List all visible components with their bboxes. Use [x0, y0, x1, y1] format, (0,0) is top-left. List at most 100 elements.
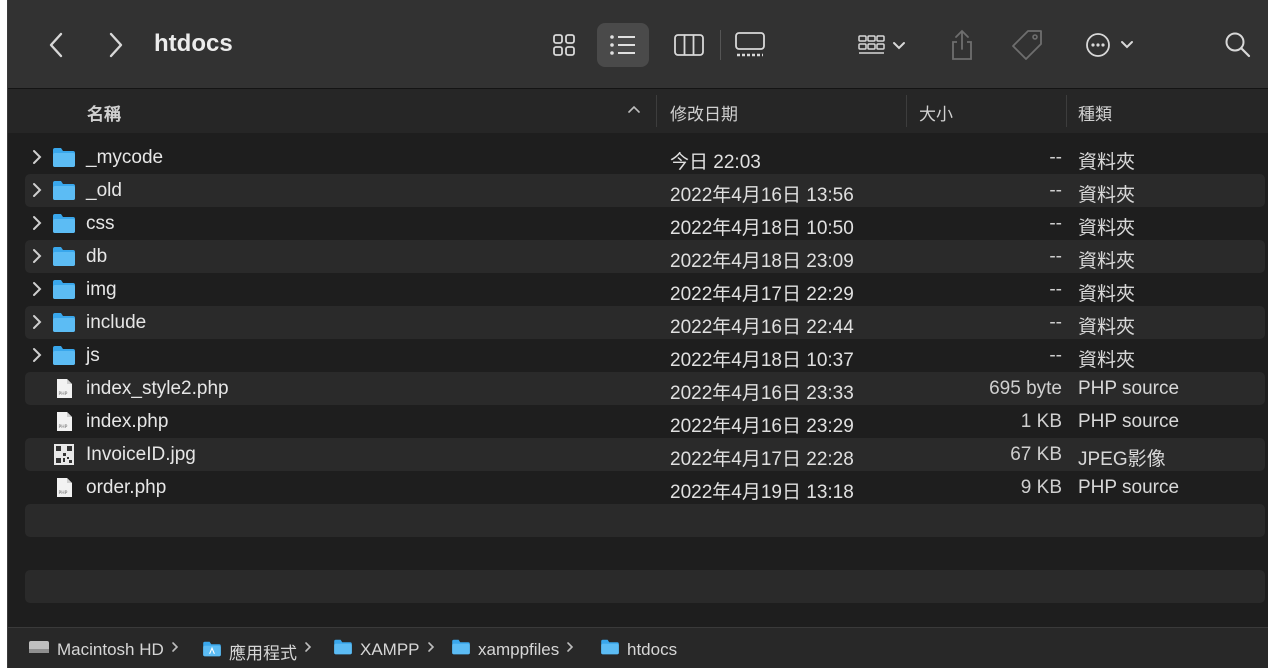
- file-kind: PHP source: [1078, 378, 1180, 399]
- folder-icon: [52, 345, 76, 366]
- gallery-view-button[interactable]: [724, 23, 776, 67]
- breadcrumb-item[interactable]: XAMPP: [333, 639, 420, 660]
- toolbar: htdocs: [8, 0, 1268, 89]
- file-size: --: [1049, 147, 1062, 168]
- list-view-button[interactable]: [597, 23, 649, 67]
- breadcrumb-label: htdocs: [627, 639, 678, 659]
- file-date: 2022年4月16日 22:44: [670, 317, 854, 338]
- breadcrumb-label: 應用程式: [229, 644, 297, 663]
- icon-view-button[interactable]: [538, 23, 590, 67]
- disclosure-chevron-icon[interactable]: [30, 313, 44, 331]
- folder-icon: [52, 180, 76, 201]
- file-date: 2022年4月17日 22:29: [670, 284, 854, 305]
- file-row[interactable]: PHP order.php 2022年4月19日 13:18 9 KB PHP sour…: [25, 471, 1265, 504]
- disclosure-chevron-icon[interactable]: [30, 280, 44, 298]
- file-date: 2022年4月19日 13:18: [670, 482, 854, 503]
- file-kind: 資料夾: [1078, 284, 1136, 305]
- hard-drive-icon: [28, 639, 50, 660]
- disclosure-chevron-icon[interactable]: [30, 214, 44, 232]
- file-kind: PHP source: [1078, 411, 1180, 432]
- column-date[interactable]: 修改日期: [670, 100, 738, 125]
- file-kind: JPEG影像: [1078, 449, 1166, 470]
- search-button[interactable]: [1220, 26, 1256, 64]
- php-file-icon: PHP: [52, 411, 76, 432]
- breadcrumb-item[interactable]: 應用程式: [202, 639, 297, 664]
- breadcrumb-separator-icon: [303, 639, 313, 660]
- svg-text:PHP: PHP: [59, 490, 68, 496]
- breadcrumb-label: xamppfiles: [478, 639, 560, 659]
- breadcrumb-label: Macintosh HD: [57, 639, 164, 659]
- folder-icon: [52, 279, 76, 300]
- file-size: --: [1049, 279, 1062, 300]
- file-row[interactable]: include 2022年4月16日 22:44 -- 資料夾: [25, 306, 1265, 339]
- path-bar: Macintosh HD 應用程式 XAMPP xamppfiles htdocs: [8, 627, 1268, 668]
- disclosure-chevron-icon[interactable]: [30, 247, 44, 265]
- column-kind[interactable]: 種類: [1078, 100, 1112, 125]
- group-button[interactable]: [850, 26, 914, 64]
- file-size: 67 KB: [1010, 444, 1062, 465]
- file-row[interactable]: _old 2022年4月16日 13:56 -- 資料夾: [25, 174, 1265, 207]
- file-name: index_style2.php: [86, 378, 229, 399]
- file-row[interactable]: js 2022年4月18日 10:37 -- 資料夾: [25, 339, 1265, 372]
- more-icon: [1086, 33, 1133, 57]
- file-row[interactable]: PHP index.php 2022年4月16日 23:29 1 KB PHP sour…: [25, 405, 1265, 438]
- file-row[interactable]: InvoiceID.jpg 2022年4月17日 22:28 67 KB JPEG影像: [25, 438, 1265, 471]
- file-name: _mycode: [86, 147, 164, 168]
- disclosure-chevron-icon[interactable]: [30, 148, 44, 166]
- column-name[interactable]: 名稱: [87, 100, 121, 125]
- file-date: 2022年4月16日 23:33: [670, 383, 854, 404]
- folder-icon: [52, 213, 76, 234]
- file-row[interactable]: _mycode 今日 22:03 -- 資料夾: [25, 141, 1265, 174]
- file-name: css: [86, 213, 115, 234]
- tag-icon: [1012, 30, 1042, 60]
- column-view-button[interactable]: [663, 23, 715, 67]
- gallery-view-icon: [735, 32, 765, 57]
- file-name: InvoiceID.jpg: [86, 444, 196, 465]
- breadcrumb-separator-icon: [170, 639, 180, 660]
- file-row[interactable]: db 2022年4月18日 23:09 -- 資料夾: [25, 240, 1265, 273]
- group-icon: [858, 35, 905, 54]
- file-row[interactable]: img 2022年4月17日 22:29 -- 資料夾: [25, 273, 1265, 306]
- breadcrumb-item[interactable]: xamppfiles: [451, 639, 559, 660]
- back-icon: [49, 32, 63, 58]
- disclosure-chevron-icon[interactable]: [30, 181, 44, 199]
- folder-icon: [451, 639, 471, 660]
- file-date: 2022年4月18日 10:37: [670, 350, 854, 371]
- breadcrumb-item[interactable]: htdocs: [600, 639, 677, 660]
- image-file-icon: [52, 444, 76, 465]
- file-row[interactable]: css 2022年4月18日 10:50 -- 資料夾: [25, 207, 1265, 240]
- share-icon: [952, 29, 972, 60]
- icon-view-icon: [553, 34, 575, 56]
- file-kind: PHP source: [1078, 477, 1180, 498]
- breadcrumb-separator-icon: [426, 639, 436, 660]
- finder-window: htdocs 名稱 修改日期 大小 種類 _mycode 今日 22:03 --…: [7, 0, 1268, 668]
- file-size: 695 byte: [989, 378, 1062, 399]
- forward-button[interactable]: [100, 26, 132, 64]
- file-row[interactable]: PHP index_style2.php 2022年4月16日 23:33 695 b…: [25, 372, 1265, 405]
- file-name: img: [86, 279, 117, 300]
- file-size: --: [1049, 345, 1062, 366]
- empty-row: [25, 570, 1265, 603]
- list-view-icon: [610, 35, 635, 55]
- file-date: 今日 22:03: [670, 152, 761, 173]
- file-size: 9 KB: [1020, 477, 1062, 498]
- back-button[interactable]: [40, 26, 72, 64]
- column-header: 名稱 修改日期 大小 種類: [8, 89, 1268, 134]
- file-name: index.php: [86, 411, 169, 432]
- column-view-icon: [674, 34, 704, 56]
- breadcrumb-item[interactable]: Macintosh HD: [28, 639, 164, 660]
- column-size[interactable]: 大小: [919, 100, 953, 125]
- more-button[interactable]: [1082, 26, 1142, 64]
- disclosure-chevron-icon[interactable]: [30, 346, 44, 364]
- folder-icon: [600, 639, 620, 660]
- file-name: js: [86, 345, 100, 366]
- file-list: _mycode 今日 22:03 -- 資料夾 _old 2022年4月16日 13:56…: [8, 133, 1268, 626]
- window-title: htdocs: [154, 30, 233, 57]
- search-icon: [1225, 32, 1251, 58]
- breadcrumb-separator-icon: [565, 639, 575, 660]
- php-file-icon: PHP: [52, 477, 76, 498]
- file-name: include: [86, 312, 147, 333]
- file-size: --: [1049, 312, 1062, 333]
- file-date: 2022年4月18日 10:50: [670, 218, 854, 239]
- file-name: _old: [86, 180, 122, 201]
